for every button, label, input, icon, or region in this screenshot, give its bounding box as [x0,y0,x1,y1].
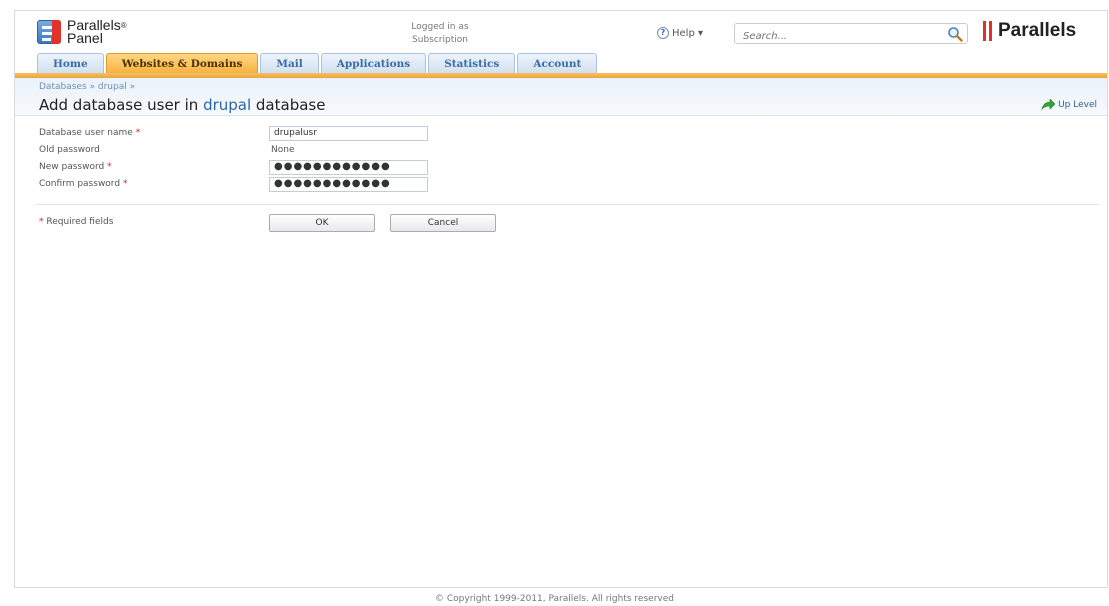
form-divider [35,204,1099,205]
old-password-value: None [271,145,295,155]
tab-statistics[interactable]: Statistics [428,53,516,74]
form-row-new-password: New password * ●●●●●●●●●●●● [39,160,1099,176]
up-level-arrow-icon [1041,99,1056,111]
required-mark: * [107,162,112,172]
tab-mail[interactable]: Mail [260,53,319,74]
required-mark: * [135,128,141,138]
username-label: Database user name * [39,128,140,138]
username-label-text: Database user name [39,128,133,138]
subscription-label: Subscription [412,35,468,45]
help-label: Help ▾ [672,27,703,39]
ok-button[interactable]: OK [269,214,375,232]
required-note-text: Required fields [46,217,114,227]
page-title: Add database user in drupal database [39,96,325,114]
confirm-password-field[interactable]: ●●●●●●●●●●●● [269,177,428,192]
up-level-link[interactable]: Up Level [1041,99,1097,111]
new-password-field[interactable]: ●●●●●●●●●●●● [269,160,428,175]
required-mark: * [39,217,44,227]
parallels-bars-icon [983,21,994,41]
username-field[interactable]: drupalusr [269,126,428,141]
required-mark: * [122,179,128,189]
brand-name: Parallels® Panel [67,18,127,46]
tab-home[interactable]: Home [37,53,104,74]
brand-registered-mark: ® [120,21,127,30]
help-icon: ? [657,27,669,39]
cancel-button[interactable]: Cancel [390,214,496,232]
title-area: Databases » drupal » Add database user i… [15,78,1107,116]
tab-applications[interactable]: Applications [320,53,427,74]
tab-websites-domains[interactable]: Websites & Domains [105,53,259,74]
up-level-label: Up Level [1058,100,1097,110]
page-title-suffix: database [251,96,326,114]
required-fields-note: * Required fields [39,217,113,227]
form-row-confirm-password: Confirm password * ●●●●●●●●●●●● [39,177,1099,193]
confirm-password-label: Confirm password * [39,179,127,189]
panel-window: Parallels® Panel Logged in as Subscripti… [14,10,1108,588]
parallels-logo: Parallels [983,20,1076,42]
page-title-database: drupal [203,96,252,114]
panel-logo-icon[interactable] [37,20,61,44]
help-menu[interactable]: ? Help ▾ [657,27,703,39]
main-tabs: Home Websites & Domains Mail Application… [37,53,598,74]
header: Parallels® Panel Logged in as Subscripti… [15,11,1107,53]
new-password-label-text: New password [39,162,105,172]
new-password-label: New password * [39,162,112,172]
search-box [734,23,968,46]
tab-account[interactable]: Account [517,53,598,74]
login-info: Logged in as Subscription [375,21,505,47]
breadcrumb[interactable]: Databases » drupal » [39,82,135,92]
page-title-prefix: Add database user in [39,96,204,114]
confirm-password-label-text: Confirm password [39,179,121,189]
logged-in-label: Logged in as [411,22,469,32]
footer-copyright: © Copyright 1999-2011, Parallels. All ri… [435,594,674,604]
old-password-label: Old password [39,145,100,155]
form-row-old-password: Old password None [39,143,1099,159]
search-input[interactable] [735,27,935,46]
form-row-username: Database user name * drupalusr [39,126,1099,142]
search-icon[interactable] [947,26,963,42]
parallels-logo-text: Parallels [998,20,1077,41]
brand-line2: Panel [67,30,103,46]
